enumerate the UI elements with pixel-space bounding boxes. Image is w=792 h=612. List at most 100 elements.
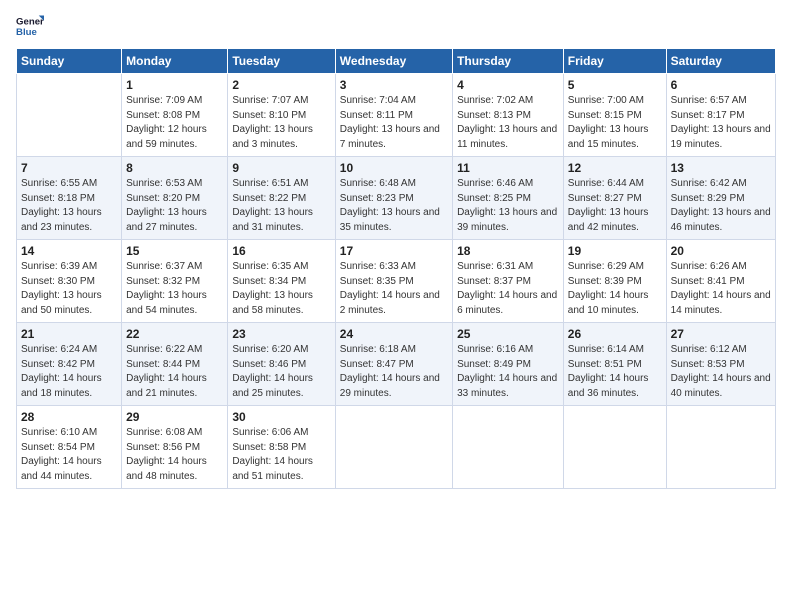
day-number: 25 (457, 327, 559, 341)
calendar-cell: 13 Sunrise: 6:42 AMSunset: 8:29 PMDayligh… (666, 157, 775, 240)
calendar-cell: 14 Sunrise: 6:39 AMSunset: 8:30 PMDayligh… (17, 240, 122, 323)
day-info: Sunrise: 6:42 AMSunset: 8:29 PMDaylight:… (671, 178, 771, 233)
day-number: 13 (671, 161, 771, 175)
day-number: 16 (232, 244, 330, 258)
day-number: 24 (340, 327, 448, 341)
day-info: Sunrise: 6:39 AMSunset: 8:30 PMDaylight:… (21, 261, 102, 316)
day-number: 15 (126, 244, 223, 258)
day-info: Sunrise: 6:18 AMSunset: 8:47 PMDaylight:… (340, 344, 440, 399)
day-info: Sunrise: 7:00 AMSunset: 8:15 PMDaylight:… (568, 95, 649, 150)
day-info: Sunrise: 6:35 AMSunset: 8:34 PMDaylight:… (232, 261, 313, 316)
day-number: 22 (126, 327, 223, 341)
day-number: 23 (232, 327, 330, 341)
header-day-wednesday: Wednesday (335, 49, 452, 74)
calendar-cell: 19 Sunrise: 6:29 AMSunset: 8:39 PMDayligh… (563, 240, 666, 323)
calendar-cell: 25Sunrise: 6:16 AMSunset: 8:49 PMDayligh… (453, 323, 564, 406)
calendar-cell: 3 Sunrise: 7:04 AMSunset: 8:11 PMDaylight… (335, 74, 452, 157)
day-info: Sunrise: 6:33 AMSunset: 8:35 PMDaylight:… (340, 261, 440, 316)
calendar-cell: 7Sunrise: 6:55 AMSunset: 8:18 PMDaylight… (17, 157, 122, 240)
header: General Blue (16, 12, 776, 40)
calendar-week-3: 14 Sunrise: 6:39 AMSunset: 8:30 PMDayligh… (17, 240, 776, 323)
day-info: Sunrise: 7:04 AMSunset: 8:11 PMDaylight:… (340, 95, 440, 150)
day-info: Sunrise: 6:29 AMSunset: 8:39 PMDaylight:… (568, 261, 649, 316)
day-info: Sunrise: 6:06 AMSunset: 8:58 PMDaylight:… (232, 427, 313, 482)
day-info: Sunrise: 6:37 AMSunset: 8:32 PMDaylight:… (126, 261, 207, 316)
day-number: 26 (568, 327, 662, 341)
day-number: 17 (340, 244, 448, 258)
calendar-cell: 28 Sunrise: 6:10 AMSunset: 8:54 PMDayligh… (17, 406, 122, 489)
calendar-cell: 2 Sunrise: 7:07 AMSunset: 8:10 PMDaylight… (228, 74, 335, 157)
calendar-cell: 23 Sunrise: 6:20 AMSunset: 8:46 PMDayligh… (228, 323, 335, 406)
calendar-table: SundayMondayTuesdayWednesdayThursdayFrid… (16, 48, 776, 489)
calendar-cell: 17 Sunrise: 6:33 AMSunset: 8:35 PMDayligh… (335, 240, 452, 323)
calendar-cell: 16 Sunrise: 6:35 AMSunset: 8:34 PMDayligh… (228, 240, 335, 323)
day-number: 9 (232, 161, 330, 175)
calendar-header-row: SundayMondayTuesdayWednesdayThursdayFrid… (17, 49, 776, 74)
calendar-cell: 11 Sunrise: 6:46 AMSunset: 8:25 PMDayligh… (453, 157, 564, 240)
header-day-saturday: Saturday (666, 49, 775, 74)
day-number: 18 (457, 244, 559, 258)
calendar-cell: 8Sunrise: 6:53 AMSunset: 8:20 PMDaylight… (122, 157, 228, 240)
calendar-cell: 6Sunrise: 6:57 AMSunset: 8:17 PMDaylight… (666, 74, 775, 157)
day-info: Sunrise: 7:07 AMSunset: 8:10 PMDaylight:… (232, 95, 313, 150)
calendar-cell: 4Sunrise: 7:02 AMSunset: 8:13 PMDaylight… (453, 74, 564, 157)
calendar-cell: 29 Sunrise: 6:08 AMSunset: 8:56 PMDayligh… (122, 406, 228, 489)
svg-text:Blue: Blue (16, 27, 37, 38)
calendar-cell (563, 406, 666, 489)
day-number: 19 (568, 244, 662, 258)
day-info: Sunrise: 6:14 AMSunset: 8:51 PMDaylight:… (568, 344, 649, 399)
calendar-cell: 21Sunrise: 6:24 AMSunset: 8:42 PMDayligh… (17, 323, 122, 406)
day-number: 10 (340, 161, 448, 175)
day-info: Sunrise: 6:31 AMSunset: 8:37 PMDaylight:… (457, 261, 557, 316)
header-day-friday: Friday (563, 49, 666, 74)
calendar-cell: 22 Sunrise: 6:22 AMSunset: 8:44 PMDayligh… (122, 323, 228, 406)
header-day-thursday: Thursday (453, 49, 564, 74)
page: General Blue SundayMondayTuesdayWednesda… (0, 0, 792, 497)
header-day-monday: Monday (122, 49, 228, 74)
logo-icon: General Blue (16, 12, 44, 40)
calendar-week-2: 7Sunrise: 6:55 AMSunset: 8:18 PMDaylight… (17, 157, 776, 240)
day-number: 7 (21, 161, 117, 175)
day-info: Sunrise: 6:51 AMSunset: 8:22 PMDaylight:… (232, 178, 313, 233)
calendar-week-1: 1 Sunrise: 7:09 AMSunset: 8:08 PMDaylight… (17, 74, 776, 157)
day-info: Sunrise: 6:12 AMSunset: 8:53 PMDaylight:… (671, 344, 771, 399)
day-number: 20 (671, 244, 771, 258)
calendar-cell (666, 406, 775, 489)
day-number: 5 (568, 78, 662, 92)
day-info: Sunrise: 6:26 AMSunset: 8:41 PMDaylight:… (671, 261, 771, 316)
day-number: 6 (671, 78, 771, 92)
calendar-cell (335, 406, 452, 489)
day-info: Sunrise: 7:02 AMSunset: 8:13 PMDaylight:… (457, 95, 557, 150)
calendar-week-5: 28 Sunrise: 6:10 AMSunset: 8:54 PMDayligh… (17, 406, 776, 489)
day-info: Sunrise: 6:44 AMSunset: 8:27 PMDaylight:… (568, 178, 649, 233)
calendar-cell: 30 Sunrise: 6:06 AMSunset: 8:58 PMDayligh… (228, 406, 335, 489)
day-info: Sunrise: 6:08 AMSunset: 8:56 PMDaylight:… (126, 427, 207, 482)
day-number: 11 (457, 161, 559, 175)
calendar-week-4: 21Sunrise: 6:24 AMSunset: 8:42 PMDayligh… (17, 323, 776, 406)
calendar-cell (453, 406, 564, 489)
calendar-cell: 18 Sunrise: 6:31 AMSunset: 8:37 PMDayligh… (453, 240, 564, 323)
calendar-cell: 12 Sunrise: 6:44 AMSunset: 8:27 PMDayligh… (563, 157, 666, 240)
day-number: 29 (126, 410, 223, 424)
day-info: Sunrise: 6:46 AMSunset: 8:25 PMDaylight:… (457, 178, 557, 233)
day-info: Sunrise: 6:10 AMSunset: 8:54 PMDaylight:… (21, 427, 102, 482)
day-info: Sunrise: 6:48 AMSunset: 8:23 PMDaylight:… (340, 178, 440, 233)
day-number: 2 (232, 78, 330, 92)
day-number: 27 (671, 327, 771, 341)
day-number: 30 (232, 410, 330, 424)
day-number: 28 (21, 410, 117, 424)
logo: General Blue (16, 12, 48, 40)
calendar-cell: 9 Sunrise: 6:51 AMSunset: 8:22 PMDaylight… (228, 157, 335, 240)
calendar-cell: 27 Sunrise: 6:12 AMSunset: 8:53 PMDayligh… (666, 323, 775, 406)
day-number: 3 (340, 78, 448, 92)
day-info: Sunrise: 6:22 AMSunset: 8:44 PMDaylight:… (126, 344, 207, 399)
svg-text:General: General (16, 16, 44, 27)
day-number: 12 (568, 161, 662, 175)
day-number: 14 (21, 244, 117, 258)
calendar-cell (17, 74, 122, 157)
day-number: 8 (126, 161, 223, 175)
calendar-cell: 26 Sunrise: 6:14 AMSunset: 8:51 PMDayligh… (563, 323, 666, 406)
day-info: Sunrise: 7:09 AMSunset: 8:08 PMDaylight:… (126, 95, 207, 150)
day-number: 1 (126, 78, 223, 92)
day-info: Sunrise: 6:20 AMSunset: 8:46 PMDaylight:… (232, 344, 313, 399)
